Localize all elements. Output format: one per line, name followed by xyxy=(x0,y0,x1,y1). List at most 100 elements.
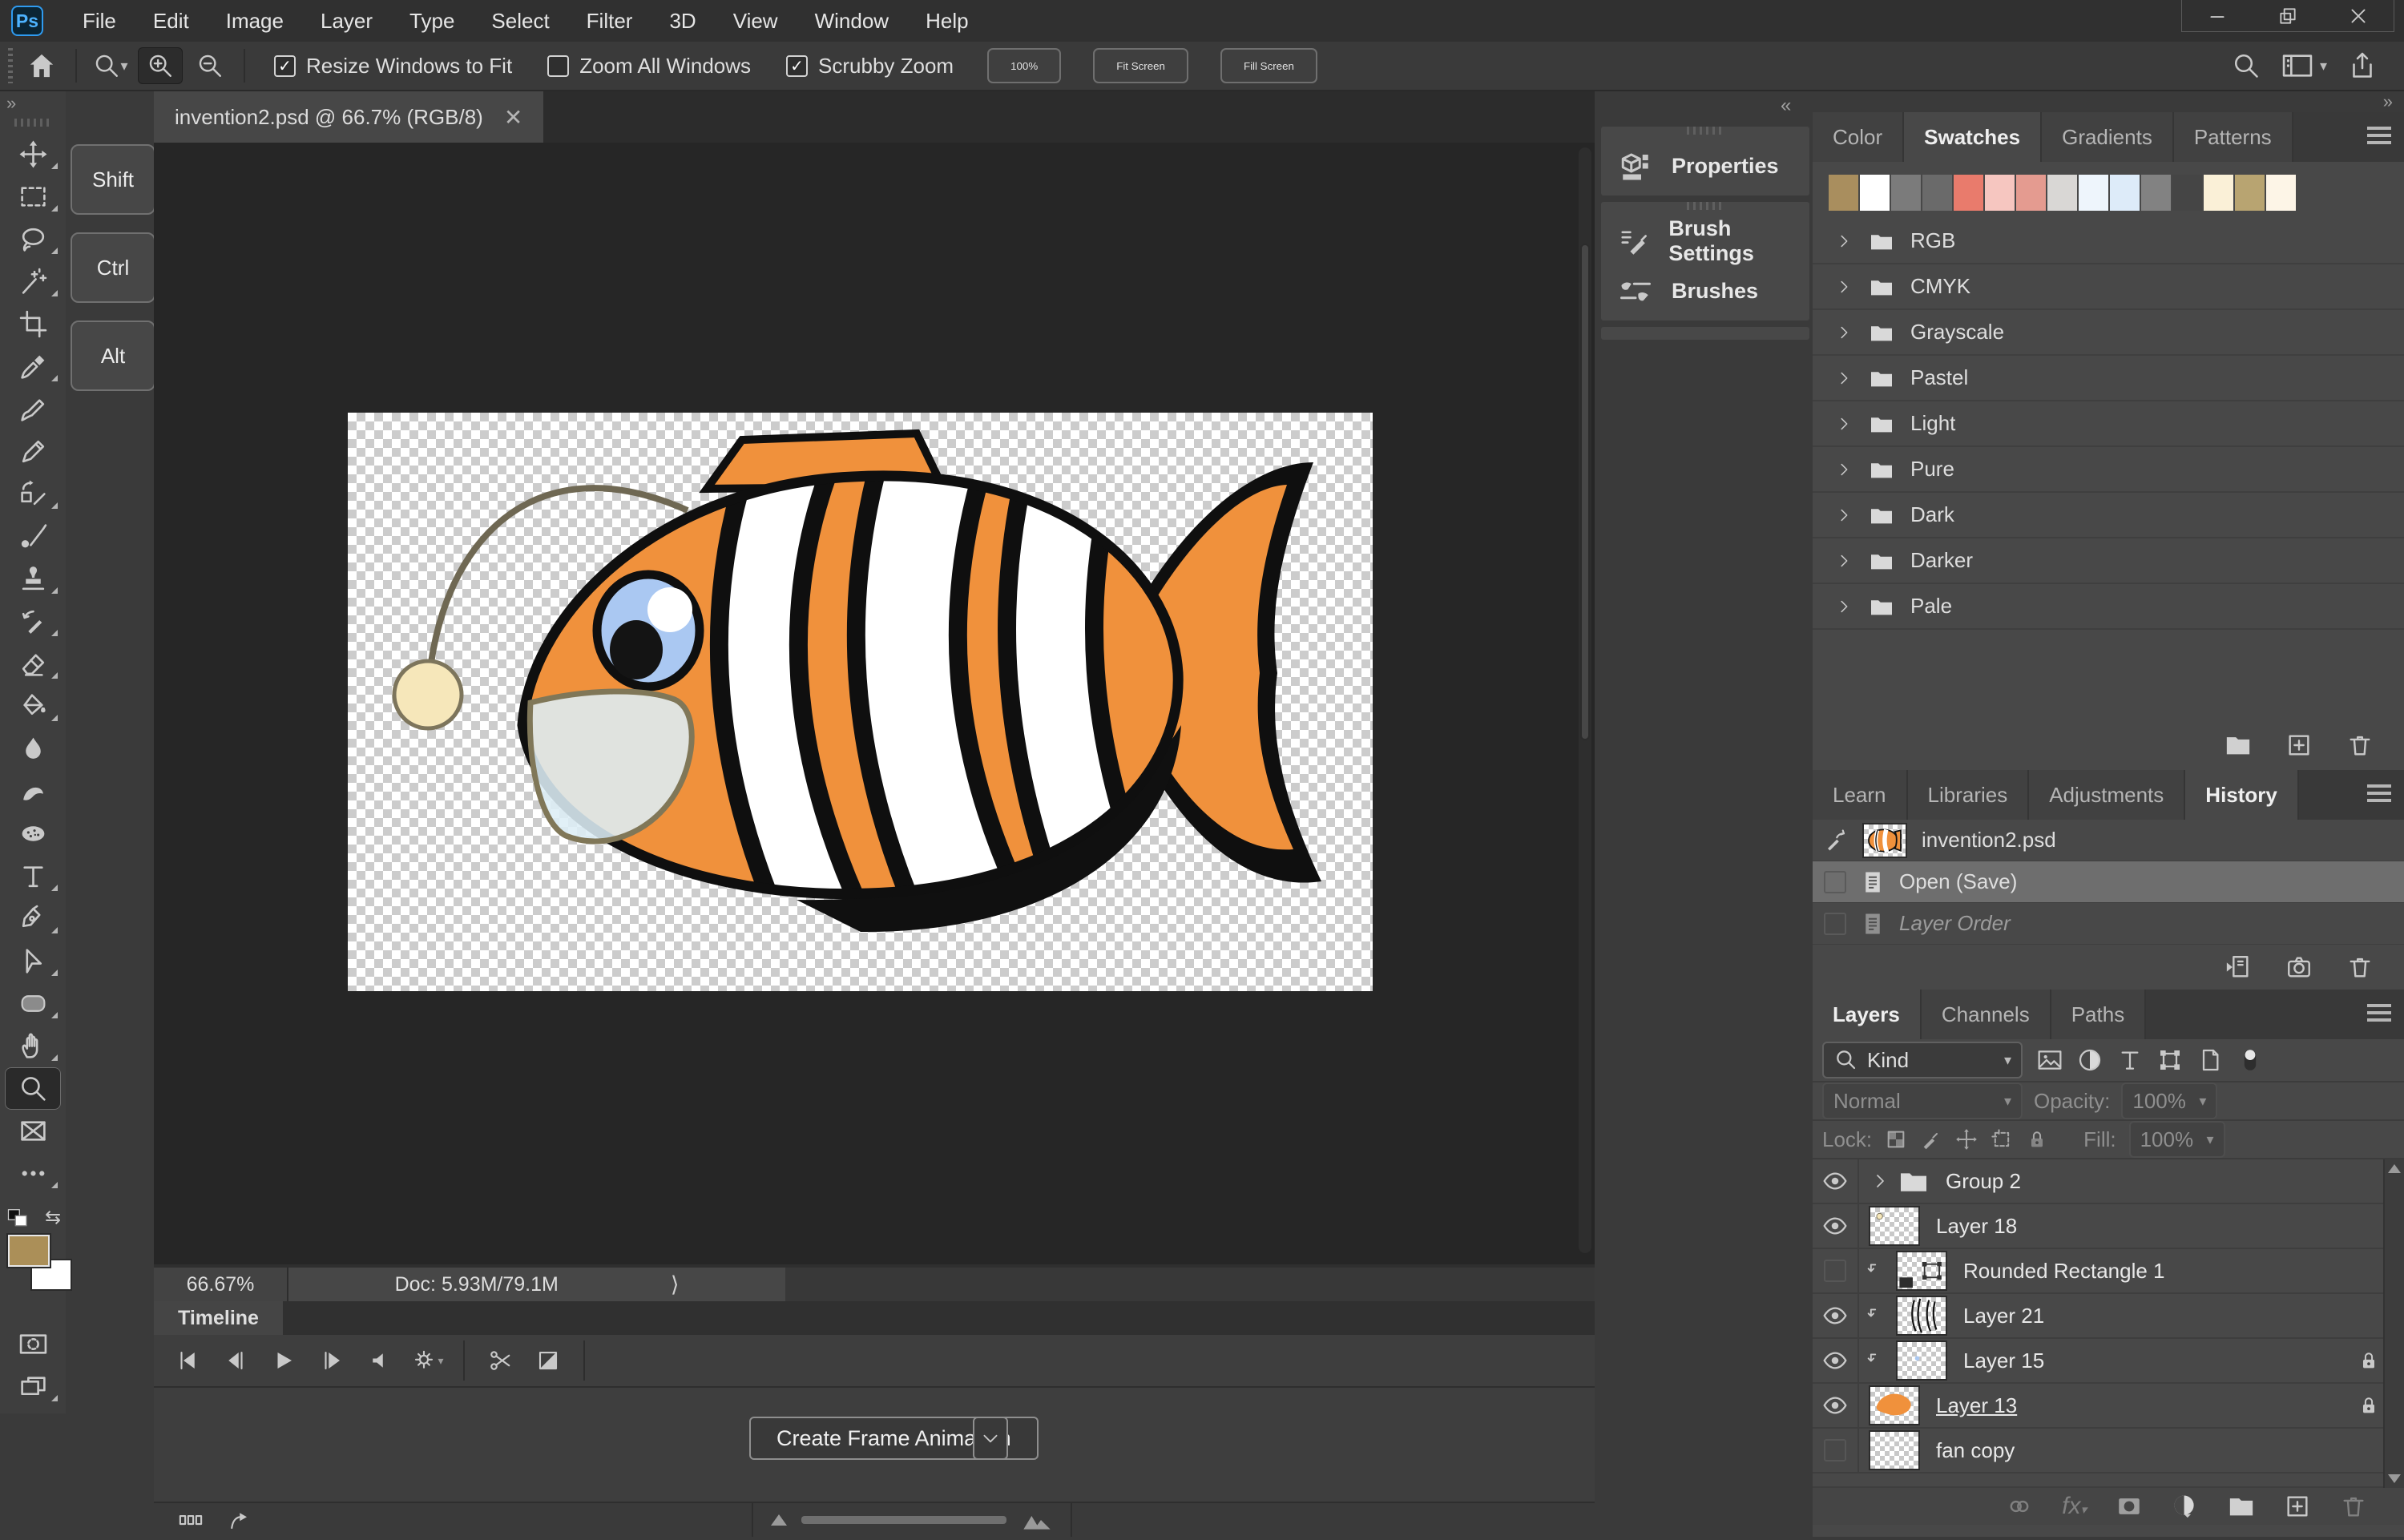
menu-window[interactable]: Window xyxy=(797,9,907,34)
screen-mode-button[interactable] xyxy=(0,1365,66,1408)
delete-swatch-trash-icon[interactable] xyxy=(2346,732,2374,759)
add-layer-mask-icon[interactable] xyxy=(2116,1493,2143,1520)
shift-key-button[interactable]: Shift xyxy=(71,144,155,215)
fill-field[interactable]: 100% ▾ xyxy=(2129,1121,2225,1158)
previous-frame-button[interactable] xyxy=(212,1340,260,1381)
swatch[interactable] xyxy=(2110,175,2140,211)
history-step-layer-order[interactable]: Layer Order xyxy=(1813,903,2404,945)
dock-collapse-chevron[interactable]: « xyxy=(1781,95,1791,117)
split-clip-scissors-icon[interactable] xyxy=(476,1340,524,1381)
transition-button[interactable] xyxy=(524,1340,572,1381)
status-options-chevron[interactable]: ⟩ xyxy=(671,1272,680,1297)
swatch[interactable] xyxy=(2079,175,2108,211)
brush-settings-panel-button[interactable]: Brush Settings xyxy=(1601,216,1809,266)
visibility-eye-icon[interactable] xyxy=(1813,1294,1859,1337)
new-adjustment-layer-icon[interactable] xyxy=(2172,1493,2199,1520)
swatch[interactable] xyxy=(2047,175,2077,211)
panel-menu-icon[interactable] xyxy=(2367,784,2391,804)
toolbar-expand-chevron[interactable]: » xyxy=(0,91,66,115)
tab-color[interactable]: Color xyxy=(1813,112,1904,162)
zoom-tool-preset-icon[interactable]: ▾ xyxy=(88,52,133,79)
properties-panel-button[interactable]: Properties xyxy=(1601,141,1809,191)
swatch-group-grayscale[interactable]: Grayscale xyxy=(1813,310,2404,356)
layer-row-layer-13[interactable]: Layer 13 xyxy=(1813,1384,2404,1429)
eyedropper-tool[interactable] xyxy=(0,345,66,388)
swatch[interactable] xyxy=(1891,175,1921,211)
lock-all-padlock-icon[interactable] xyxy=(2026,1128,2048,1151)
tab-swatches[interactable]: Swatches xyxy=(1904,112,2042,162)
direct-selection-tool[interactable] xyxy=(0,940,66,982)
scroll-down-arrow[interactable] xyxy=(2388,1474,2401,1483)
swatch[interactable] xyxy=(2141,175,2171,211)
frame-tool[interactable] xyxy=(0,1110,66,1152)
layer-style-fx-icon[interactable]: fx▾ xyxy=(2062,1493,2087,1520)
delete-state-trash-icon[interactable] xyxy=(2346,953,2374,981)
restore-button[interactable] xyxy=(2253,0,2323,31)
zoom-level-field[interactable]: 66.67% xyxy=(154,1268,288,1301)
layer-thumbnail[interactable] xyxy=(1896,1296,1947,1336)
tab-layers[interactable]: Layers xyxy=(1813,990,1922,1039)
swatch[interactable] xyxy=(2266,175,2296,211)
opacity-field[interactable]: 100% ▾ xyxy=(2121,1082,2217,1119)
layer-row-layer-18[interactable]: Layer 18 xyxy=(1813,1204,2404,1249)
magic-wand-tool[interactable] xyxy=(0,260,66,303)
swatch-group-pale[interactable]: Pale xyxy=(1813,584,2404,630)
swatch-group-light[interactable]: Light xyxy=(1813,401,2404,447)
audio-mute-button[interactable] xyxy=(356,1340,404,1381)
tab-patterns[interactable]: Patterns xyxy=(2174,112,2293,162)
group-collapse-chevron[interactable] xyxy=(1870,1171,1890,1191)
panel-menu-icon[interactable] xyxy=(2367,1004,2391,1023)
share-icon[interactable] xyxy=(2348,51,2377,80)
blur-tool[interactable] xyxy=(0,728,66,770)
scroll-up-arrow[interactable] xyxy=(2388,1164,2401,1173)
timeline-zoom-slider[interactable] xyxy=(752,1503,1072,1537)
filter-toggle-switch[interactable] xyxy=(2237,1047,2263,1073)
new-layer-icon[interactable] xyxy=(2284,1493,2311,1520)
swatch[interactable] xyxy=(1829,175,1858,211)
pencil-tool[interactable] xyxy=(0,430,66,473)
brush-tool[interactable] xyxy=(0,388,66,430)
next-frame-button[interactable] xyxy=(308,1340,356,1381)
canvas-vertical-scrollbar[interactable] xyxy=(1579,147,1591,1253)
tab-learn[interactable]: Learn xyxy=(1813,770,1908,820)
lock-position-icon[interactable] xyxy=(1955,1128,1978,1151)
convert-to-frame-animation-icon[interactable] xyxy=(167,1500,215,1540)
menu-image[interactable]: Image xyxy=(208,9,302,34)
new-swatch-group-icon[interactable] xyxy=(2225,732,2252,759)
canvas[interactable] xyxy=(348,413,1373,991)
tab-adjustments[interactable]: Adjustments xyxy=(2029,770,2185,820)
swatch[interactable] xyxy=(1954,175,1983,211)
new-document-from-state-icon[interactable] xyxy=(2225,953,2252,981)
fit-screen-button[interactable]: Fit Screen xyxy=(1093,48,1188,83)
swatch[interactable] xyxy=(2235,175,2265,211)
menu-type[interactable]: Type xyxy=(391,9,473,34)
visibility-eye-icon[interactable] xyxy=(1813,1384,1859,1427)
menu-3d[interactable]: 3D xyxy=(651,9,714,34)
link-layers-icon[interactable] xyxy=(2006,1493,2033,1520)
zoom-in-mountains-icon[interactable] xyxy=(1021,1508,1053,1532)
layer-thumbnail[interactable] xyxy=(1896,1251,1947,1291)
new-swatch-icon[interactable] xyxy=(2285,732,2313,759)
layers-scrollbar[interactable] xyxy=(2383,1159,2404,1488)
visibility-eye-hidden[interactable] xyxy=(1813,1249,1859,1292)
filter-smart-objects-icon[interactable] xyxy=(2197,1047,2223,1073)
delete-layer-trash-icon[interactable] xyxy=(2340,1493,2367,1520)
menu-select[interactable]: Select xyxy=(473,9,567,34)
flatten-frames-arrow-icon[interactable] xyxy=(215,1500,263,1540)
sponge-tool[interactable] xyxy=(0,812,66,855)
document-tab-close-icon[interactable]: ✕ xyxy=(504,104,522,131)
eraser-tool[interactable] xyxy=(0,643,66,685)
layer-row-layer-15[interactable]: Layer 15 xyxy=(1813,1339,2404,1384)
home-button[interactable] xyxy=(19,52,64,79)
move-tool[interactable] xyxy=(0,133,66,175)
workspace-switcher-icon[interactable]: ▾ xyxy=(2281,52,2327,79)
swatch-group-pure[interactable]: Pure xyxy=(1813,447,2404,493)
swatch[interactable] xyxy=(1985,175,2015,211)
lock-artboard-icon[interactable] xyxy=(1991,1128,2013,1151)
history-step-open[interactable]: Open (Save) xyxy=(1813,861,2404,903)
layer-row-group-2[interactable]: Group 2 xyxy=(1813,1159,2404,1204)
swap-colors-icon[interactable]: ⇆ xyxy=(45,1206,61,1229)
layer-thumbnail[interactable] xyxy=(1869,1385,1920,1425)
blend-mode-select[interactable]: Normal ▾ xyxy=(1822,1082,2023,1119)
swatch-group-pastel[interactable]: Pastel xyxy=(1813,356,2404,401)
